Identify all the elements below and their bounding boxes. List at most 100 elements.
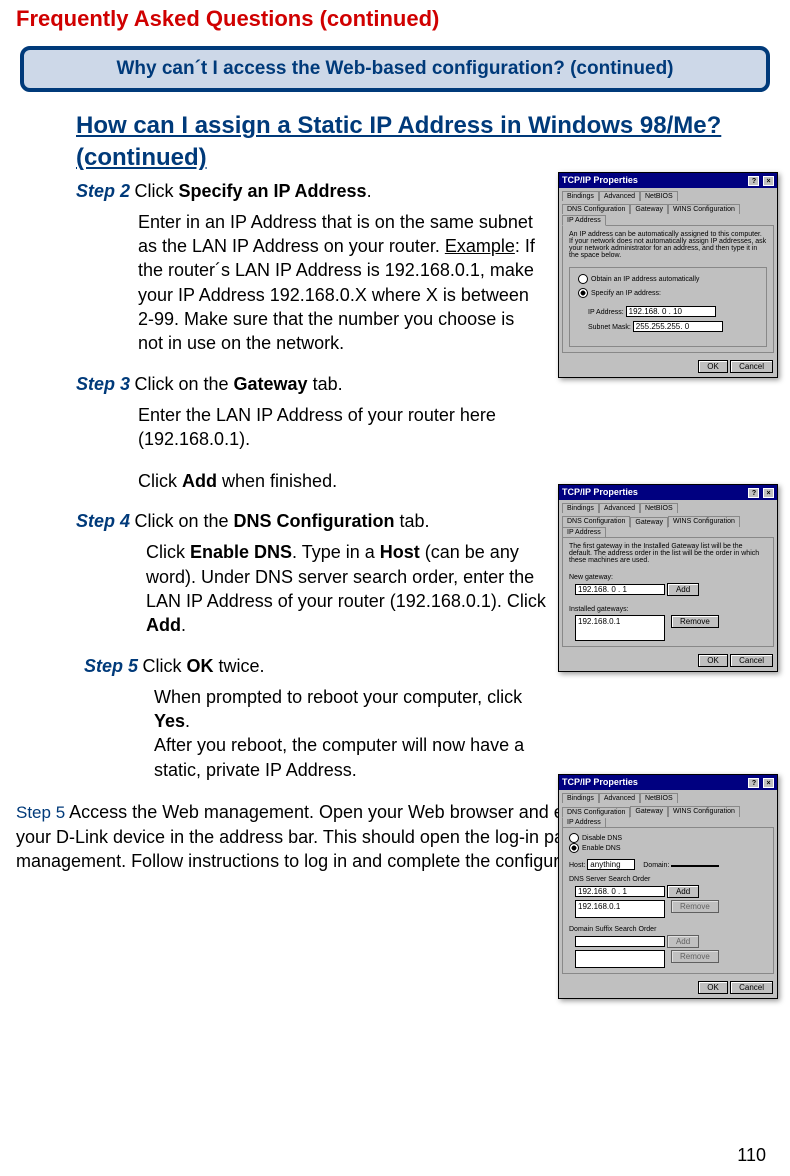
close-icon[interactable]: × (763, 488, 774, 498)
installed-gateways-list[interactable]: 192.168.0.1 (575, 615, 665, 641)
domain-suffix-list[interactable] (575, 950, 665, 968)
step-5-body: When prompted to reboot your computer, c… (154, 685, 554, 782)
callout-box: Why can´t I access the Web-based configu… (20, 46, 770, 92)
text: Click (142, 656, 186, 676)
new-gateway-label: New gateway: (569, 574, 767, 581)
add-button[interactable]: Add (667, 583, 699, 596)
text-underline: Example (445, 236, 515, 256)
text: Click (138, 471, 182, 491)
dialog-body: The first gateway in the Installed Gatew… (562, 537, 774, 647)
tab-advanced[interactable]: Advanced (599, 793, 640, 803)
host-input[interactable]: anything (587, 859, 635, 870)
dialog-tabs-row1: Bindings Advanced NetBIOS (559, 500, 777, 513)
close-icon[interactable]: × (763, 176, 774, 186)
tab-dns[interactable]: DNS Configuration (562, 204, 630, 214)
text: Enter the LAN IP Address of your router … (138, 403, 538, 452)
cancel-button[interactable]: Cancel (730, 981, 773, 994)
dialog-intro-text: An IP address can be automatically assig… (569, 231, 767, 259)
text: Click on the (134, 374, 233, 394)
tab-gateway[interactable]: Gateway (630, 806, 668, 817)
text: when finished. (217, 471, 337, 491)
domain-suffix-label: Domain Suffix Search Order (569, 926, 767, 933)
ok-button[interactable]: OK (698, 360, 728, 373)
cancel-button[interactable]: Cancel (730, 360, 773, 373)
text: . (185, 711, 190, 731)
text: . (367, 181, 372, 201)
tab-wins[interactable]: WINS Configuration (668, 806, 740, 817)
remove-button-suffix[interactable]: Remove (671, 950, 719, 963)
radio-enable-dns[interactable]: Enable DNS (569, 843, 767, 853)
tab-ipaddress[interactable]: IP Address (562, 817, 606, 827)
tab-advanced[interactable]: Advanced (599, 503, 640, 513)
tab-advanced[interactable]: Advanced (599, 191, 640, 201)
window-controls: ? × (747, 487, 774, 498)
host-label: Host: (569, 862, 585, 869)
subnet-mask-input[interactable]: 255.255.255. 0 (633, 321, 723, 332)
step-2-label: Step 2 (76, 181, 130, 201)
section-subheading: How can I assign a Static IP Address in … (76, 110, 774, 175)
tab-gateway[interactable]: Gateway (630, 204, 668, 214)
tab-netbios[interactable]: NetBIOS (640, 503, 678, 513)
dialog-titlebar: TCP/IP Properties ? × (559, 775, 777, 790)
close-icon[interactable]: × (763, 778, 774, 788)
tcpip-dialog-ipaddress: TCP/IP Properties ? × Bindings Advanced … (558, 172, 778, 378)
tab-bindings[interactable]: Bindings (562, 503, 599, 513)
text-bold: OK (186, 656, 213, 676)
tab-wins[interactable]: WINS Configuration (668, 204, 740, 214)
dialog-tabs-row2: DNS Configuration Gateway WINS Configura… (559, 803, 777, 827)
text-bold: DNS Configuration (234, 511, 395, 531)
new-gateway-input[interactable]: 192.168. 0 . 1 (575, 584, 665, 595)
ip-address-input[interactable]: 192.168. 0 . 10 (626, 306, 716, 317)
dialog-tabs-row2: DNS Configuration Gateway WINS Configura… (559, 513, 777, 537)
step-4-label: Step 4 (76, 511, 130, 531)
text-bold: Enable DNS (190, 542, 292, 562)
text: tab. (395, 511, 430, 531)
step-5-text: Click OK twice. (142, 656, 264, 676)
step-4-body: Click Enable DNS. Type in a Host (can be… (146, 540, 546, 637)
tab-bindings[interactable]: Bindings (562, 793, 599, 803)
tab-ipaddress[interactable]: IP Address (562, 215, 606, 226)
remove-button[interactable]: Remove (671, 615, 719, 628)
window-controls: ? × (747, 777, 774, 788)
text-bold: Yes (154, 711, 185, 731)
remove-button[interactable]: Remove (671, 900, 719, 913)
dns-search-list[interactable]: 192.168.0.1 (575, 900, 665, 918)
tab-wins[interactable]: WINS Configuration (668, 516, 740, 527)
tab-netbios[interactable]: NetBIOS (640, 191, 678, 201)
tab-ipaddress[interactable]: IP Address (562, 527, 606, 537)
help-icon[interactable]: ? (748, 778, 759, 788)
tcpip-dialog-gateway: TCP/IP Properties ? × Bindings Advanced … (558, 484, 778, 672)
tab-dns[interactable]: DNS Configuration (562, 516, 630, 527)
tab-dns[interactable]: DNS Configuration (562, 807, 630, 818)
step-3-body: Enter the LAN IP Address of your router … (138, 403, 538, 494)
cancel-button[interactable]: Cancel (730, 654, 773, 667)
step-3-text: Click on the Gateway tab. (134, 374, 342, 394)
domain-input[interactable] (671, 865, 719, 867)
help-icon[interactable]: ? (748, 488, 759, 498)
dialog-body: Disable DNS Enable DNS Host: anything Do… (562, 827, 774, 974)
help-icon[interactable]: ? (748, 176, 759, 186)
text: After you reboot, the computer will now … (154, 733, 554, 782)
ok-button[interactable]: OK (698, 981, 728, 994)
radio-disable-dns[interactable]: Disable DNS (569, 833, 767, 843)
text: twice. (213, 656, 264, 676)
tab-netbios[interactable]: NetBIOS (640, 793, 678, 803)
installed-gateways-label: Installed gateways: (569, 606, 767, 613)
text: Click Add when finished. (138, 469, 538, 493)
dialog-titlebar: TCP/IP Properties ? × (559, 485, 777, 500)
add-button[interactable]: Add (667, 885, 699, 898)
radio-obtain-auto[interactable]: Obtain an IP address automatically (578, 274, 758, 284)
add-button-suffix[interactable]: Add (667, 935, 699, 948)
radio-specify-ip[interactable]: Specify an IP address: (578, 288, 758, 298)
tab-gateway[interactable]: Gateway (630, 517, 668, 528)
dialog-tabs-row1: Bindings Advanced NetBIOS (559, 790, 777, 803)
tab-bindings[interactable]: Bindings (562, 191, 599, 201)
text: When prompted to reboot your computer, c… (154, 687, 522, 707)
ip-address-label: IP Address: (588, 309, 624, 316)
dialog-title-text: TCP/IP Properties (562, 487, 638, 498)
dialog-title-text: TCP/IP Properties (562, 175, 638, 186)
dialog-footer: OK Cancel (559, 650, 777, 671)
subnet-mask-label: Subnet Mask: (588, 324, 631, 331)
ok-button[interactable]: OK (698, 654, 728, 667)
dns-search-input[interactable]: 192.168. 0 . 1 (575, 886, 665, 897)
